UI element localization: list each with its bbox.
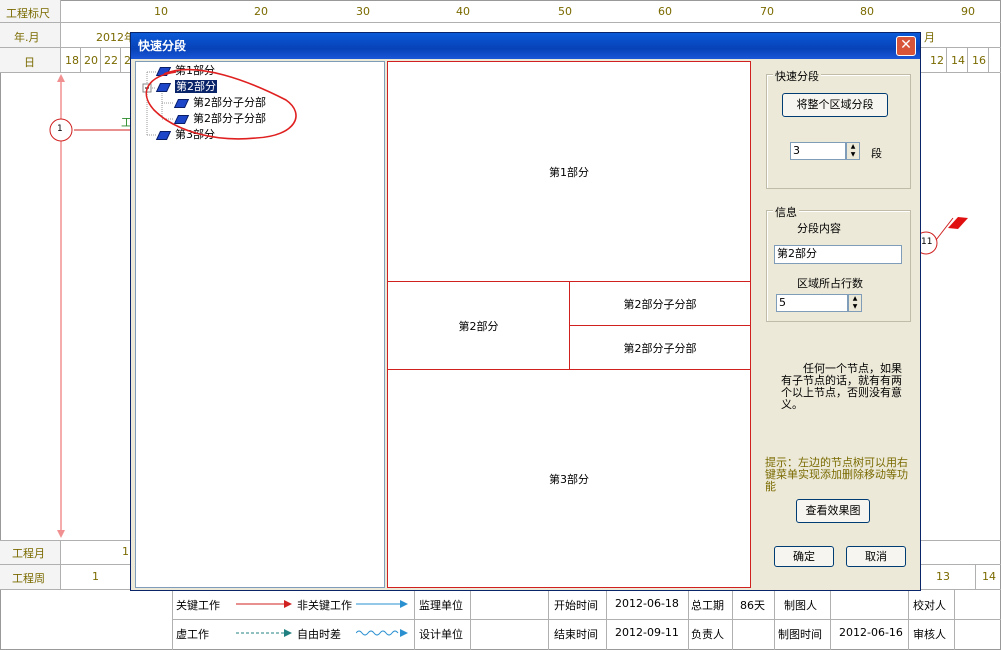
nonkey-work-arrow: [356, 600, 408, 608]
rows-input[interactable]: 5: [776, 294, 848, 312]
total-value: 86天: [740, 599, 765, 612]
cancel-button[interactable]: 取消: [846, 546, 906, 567]
week-row-value: 14: [982, 570, 996, 583]
content-label: 分段内容: [797, 222, 841, 235]
week-row-label: 工程周: [12, 572, 45, 585]
scale-tick: 10: [154, 5, 168, 18]
start-label: 开始时间: [554, 599, 598, 612]
quick-segment-dialog: 快速分段 ✕ 第1部分 第2部分 第2部分子分部 第2部分子分部 第3部分 第1…: [130, 32, 921, 591]
node-11-label: 11: [921, 237, 933, 247]
dialog-title-bar[interactable]: 快速分段 ✕: [131, 33, 920, 59]
yearmonth-label: 年.月: [14, 31, 40, 44]
scale-tick: 40: [456, 5, 470, 18]
draw-time-label: 制图时间: [778, 628, 822, 641]
scale-tick: 30: [356, 5, 370, 18]
day-label: 日: [24, 56, 35, 69]
rows-label: 区域所占行数: [797, 277, 863, 290]
rows-stepper[interactable]: ▲ ▼: [848, 294, 862, 312]
preview-subpart-2: 第2部分子分部: [570, 326, 750, 370]
day-cell: 14: [951, 54, 965, 67]
note-text: 任何一个节点，如果有子节点的话，就有有两个以上节点，否则没有意义。: [781, 362, 902, 411]
node-tree[interactable]: 第1部分 第2部分 第2部分子分部 第2部分子分部 第3部分: [135, 61, 385, 588]
scale-tick: 90: [961, 5, 975, 18]
free-float-arrow: [356, 629, 408, 637]
virtual-work-arrow: [236, 629, 292, 637]
close-icon[interactable]: ✕: [896, 36, 916, 56]
scale-tick: 70: [760, 5, 774, 18]
annotation-circle: [145, 68, 297, 140]
checker-label: 校对人: [913, 599, 946, 612]
legend-key-work: 关键工作: [176, 599, 220, 612]
quick-segment-group: 快速分段: [766, 68, 911, 189]
month-right: 月: [924, 31, 935, 44]
scale-tick: 20: [254, 5, 268, 18]
day-cell: 16: [972, 54, 986, 67]
end-value: 2012-09-11: [615, 626, 679, 639]
draw-time-value: 2012-06-16: [839, 626, 903, 639]
drawer-label: 制图人: [784, 599, 817, 612]
segments-input[interactable]: 3: [790, 142, 846, 160]
segments-stepper[interactable]: ▲ ▼: [846, 142, 860, 160]
ok-button[interactable]: 确定: [774, 546, 834, 567]
week-row-value: 1: [92, 570, 99, 583]
supervisor-label: 监理单位: [419, 599, 463, 612]
node-1-label: 1: [57, 124, 63, 134]
key-work-arrow: [236, 600, 292, 608]
legend-virtual-work: 虚工作: [176, 628, 209, 641]
day-cell: 12: [930, 54, 944, 67]
scale-tick: 50: [558, 5, 572, 18]
legend-free-float: 自由时差: [297, 628, 341, 641]
day-cell: 20: [84, 54, 98, 67]
scale-tick: 60: [658, 5, 672, 18]
total-label: 总工期: [691, 599, 724, 612]
preview-part-2: 第2部分: [388, 282, 570, 370]
end-label: 结束时间: [554, 628, 598, 641]
preview-subpart-1: 第2部分子分部: [570, 282, 750, 326]
scale-label: 工程标尺: [6, 7, 50, 20]
day-cell: 18: [65, 54, 79, 67]
month-row-label: 工程月: [12, 547, 45, 560]
week-row-value: 13: [936, 570, 950, 583]
start-value: 2012-06-18: [615, 597, 679, 610]
owner-label: 负责人: [691, 628, 724, 641]
segment-preview: 第1部分 第2部分 第2部分子分部 第2部分子分部 第3部分: [387, 61, 751, 588]
dialog-title: 快速分段: [138, 39, 187, 53]
legend-nonkey-work: 非关键工作: [297, 599, 352, 612]
info-group-title: 信息: [773, 204, 799, 220]
quick-segment-group-title: 快速分段: [773, 68, 821, 84]
view-result-button[interactable]: 查看效果图: [796, 499, 870, 523]
month-row-value: 1: [122, 545, 129, 558]
preview-part-3: 第3部分: [549, 472, 589, 486]
content-input[interactable]: 第2部分: [774, 245, 902, 264]
segments-unit: 段: [871, 147, 882, 160]
split-area-button[interactable]: 将整个区域分段: [782, 93, 888, 117]
hint-text: 提示：左边的节点树可以用右键菜单实现添加删除移动等功能: [765, 456, 908, 493]
reviewer-label: 审核人: [913, 628, 946, 641]
preview-part-1: 第1部分: [388, 62, 750, 282]
scale-tick: 80: [860, 5, 874, 18]
designer-label: 设计单位: [419, 628, 463, 641]
day-cell: 22: [104, 54, 118, 67]
